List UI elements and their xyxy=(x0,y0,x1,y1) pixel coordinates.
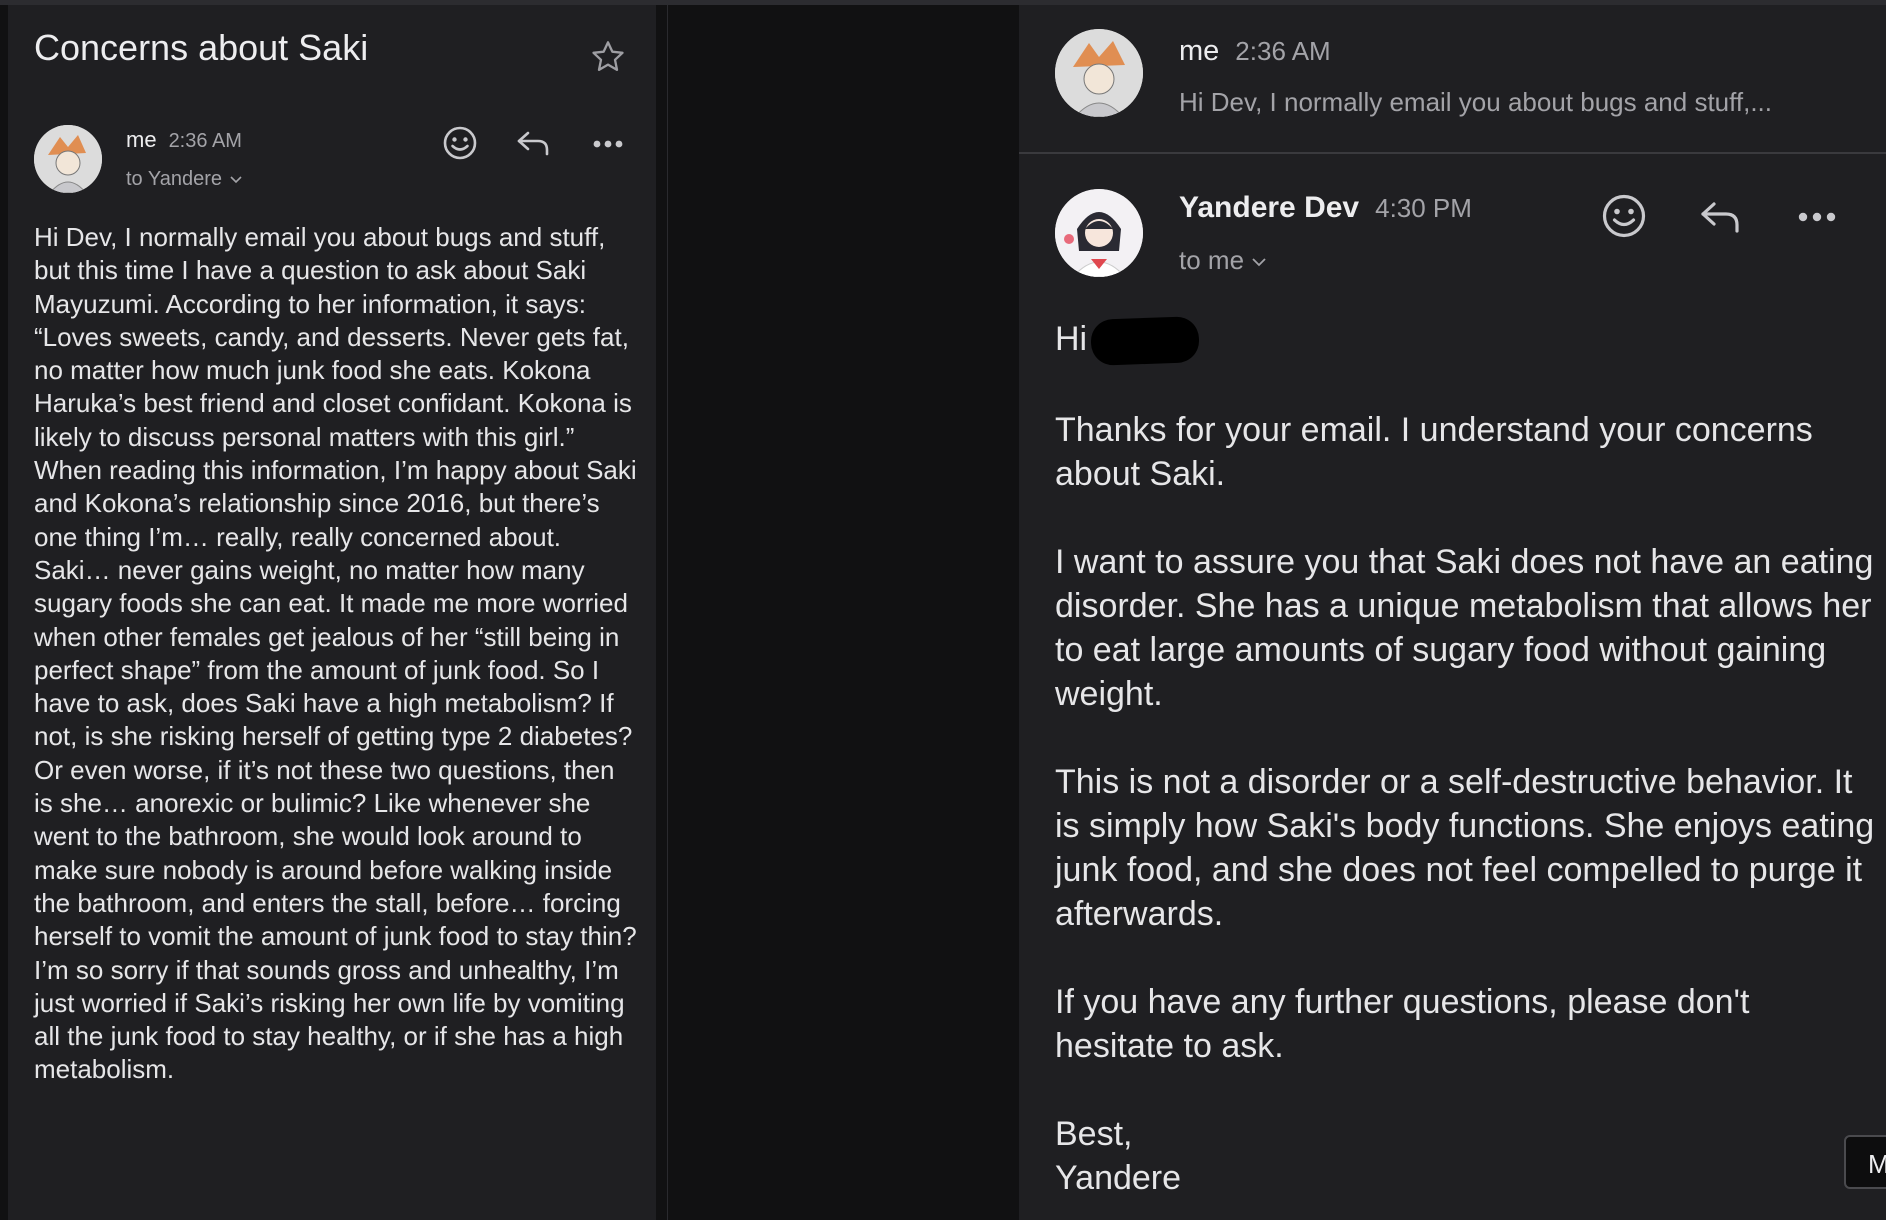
message-body: Hi Thanks for your email. I understand y… xyxy=(1055,316,1875,1200)
body-paragraph: “Loves sweets, candy, and desserts. Neve… xyxy=(34,321,632,452)
reply-icon[interactable] xyxy=(1699,199,1741,235)
avatar[interactable] xyxy=(1055,189,1143,277)
more-options-icon[interactable] xyxy=(592,139,624,149)
recipient-label: to me xyxy=(1179,245,1245,275)
body-paragraph: I want to assure you that Saki does not … xyxy=(1055,543,1874,714)
recipient-label: to Yandere xyxy=(126,168,223,190)
reply-message-panel: me 2:36 AM Hi Dev, I normally email you a… xyxy=(1019,5,1886,1220)
message-snippet: Hi Dev, I normally email you about bugs … xyxy=(1179,87,1772,117)
chevron-down-icon[interactable] xyxy=(1252,257,1266,267)
edge-tab-label: M xyxy=(1868,1149,1886,1179)
panel-divider xyxy=(667,5,1020,1220)
edge-tab-button[interactable]: M xyxy=(1844,1135,1886,1189)
message-time: 4:30 PM xyxy=(1375,193,1472,223)
star-icon[interactable] xyxy=(588,37,628,77)
expanded-message-panel: Concerns about Saki me 2:36 AM to Yandere… xyxy=(8,5,656,1220)
body-paragraph: This is not a disorder or a self-destruc… xyxy=(1055,763,1875,934)
reply-icon[interactable] xyxy=(516,129,550,157)
redacted-name xyxy=(1089,316,1200,366)
more-options-icon[interactable] xyxy=(1797,211,1837,223)
thread-subject: Concerns about Saki xyxy=(34,27,369,68)
avatar[interactable] xyxy=(34,125,102,193)
message-body: Hi Dev, I normally email you about bugs … xyxy=(34,221,638,1087)
emoji-reaction-icon[interactable] xyxy=(1601,193,1647,239)
body-paragraph: Thanks for your email. I understand your… xyxy=(1055,411,1813,494)
greeting-line: Hi xyxy=(1055,316,1875,366)
signoff: Best, xyxy=(1055,1115,1133,1154)
sender-row: me 2:36 AM xyxy=(126,127,242,153)
sender-name: me xyxy=(1179,35,1220,67)
body-paragraph: If you have any further questions, pleas… xyxy=(1055,983,1750,1066)
recipient-details[interactable]: to me xyxy=(1179,245,1266,276)
sender-row: Yandere Dev 4:30 PM xyxy=(1179,191,1472,225)
greeting: Hi xyxy=(1055,320,1088,358)
message-time: 2:36 AM xyxy=(1235,36,1331,66)
sender-row: me 2:36 AM xyxy=(1179,35,1331,68)
chevron-down-icon[interactable] xyxy=(230,176,242,184)
body-paragraph: Hi Dev, I normally email you about bugs … xyxy=(34,222,606,319)
sender-name[interactable]: me xyxy=(126,127,157,152)
message-time: 2:36 AM xyxy=(168,130,242,152)
signature: Yandere xyxy=(1055,1159,1182,1198)
avatar[interactable] xyxy=(1055,29,1143,117)
collapsed-message[interactable]: me 2:36 AM Hi Dev, I normally email you a… xyxy=(1019,5,1886,154)
recipient-details[interactable]: to Yandere xyxy=(126,168,242,191)
body-paragraph: When reading this information, I’m happy… xyxy=(34,455,637,1085)
sender-name[interactable]: Yandere Dev xyxy=(1179,191,1359,224)
emoji-reaction-icon[interactable] xyxy=(442,125,478,161)
